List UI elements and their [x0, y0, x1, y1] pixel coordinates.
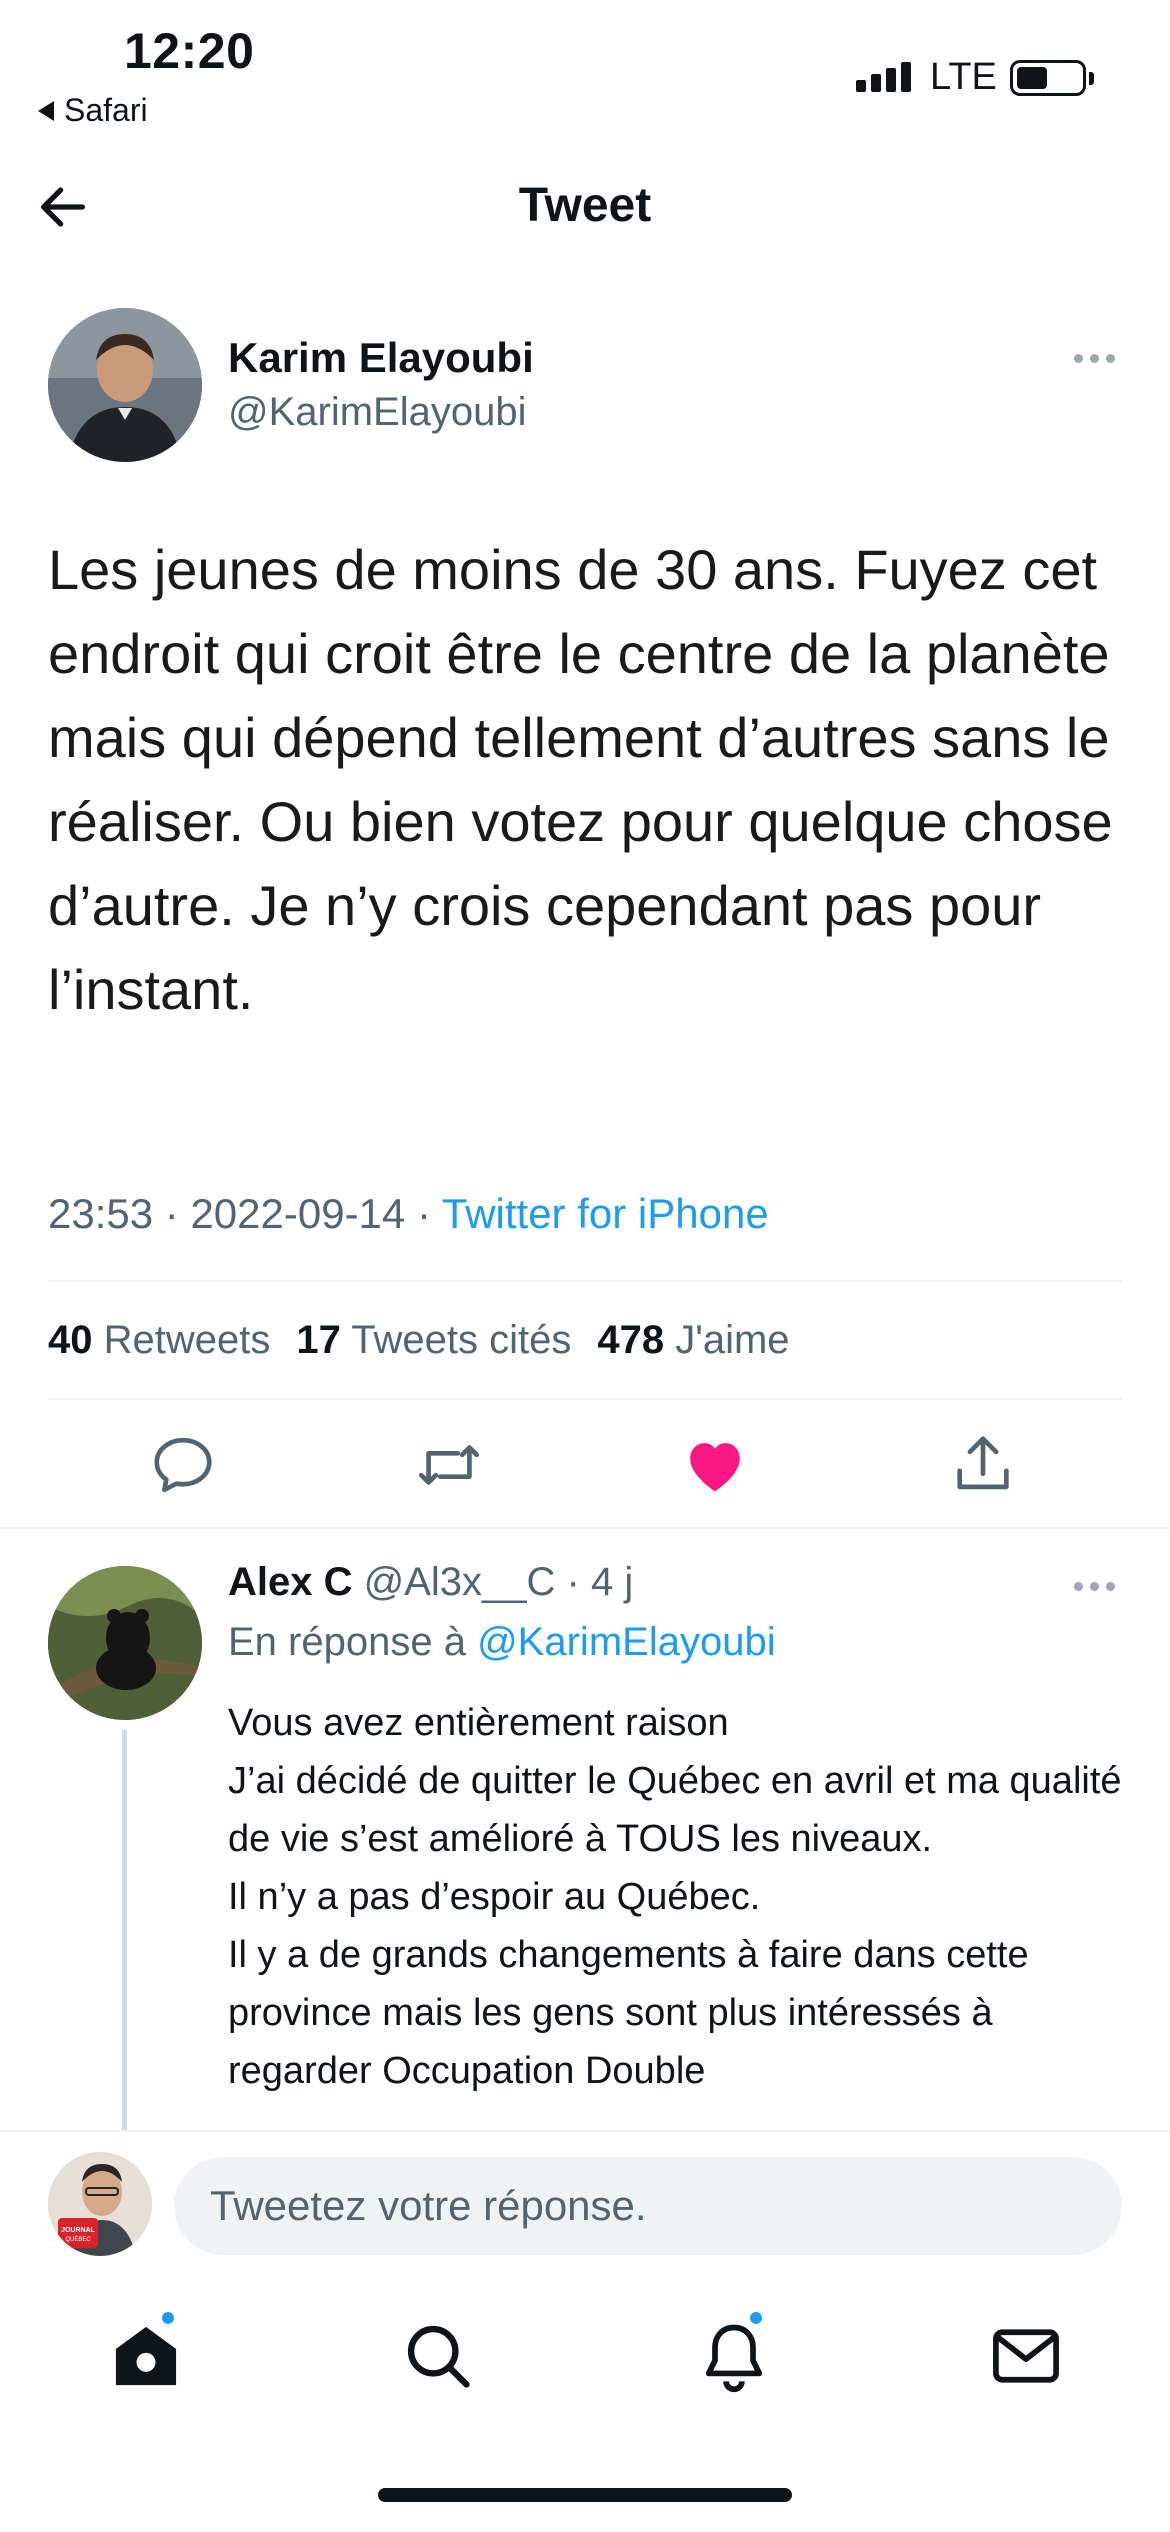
reply-author-name[interactable]: Alex C — [228, 1560, 353, 1604]
network-label: LTE — [930, 56, 997, 98]
page-title: Tweet — [518, 179, 652, 232]
retweet-icon[interactable] — [414, 1430, 484, 1500]
divider — [48, 1398, 1122, 1400]
divider — [48, 1280, 1122, 1282]
reply-age: 4 j — [591, 1560, 634, 1604]
retweets-stat[interactable]: 40 Retweets — [48, 1318, 270, 1363]
reply-text-line: Il n’y a pas d’espoir au Québec. — [228, 1876, 761, 1918]
quotes-stat[interactable]: 17 Tweets cités — [296, 1318, 571, 1363]
home-badge — [160, 2310, 176, 2326]
tweet-stats: 40 Retweets 17 Tweets cités 478 J'aime — [48, 1318, 790, 1363]
divider — [0, 1527, 1170, 1529]
author-avatar[interactable] — [48, 308, 202, 462]
status-time: 12:20 — [124, 23, 255, 79]
reply-text-line: Vous avez entièrement raison — [228, 1702, 729, 1744]
tweet-actions — [0, 1430, 1170, 1500]
back-triangle-icon — [38, 100, 54, 121]
own-avatar[interactable]: JOURNAL QUÉBEC — [48, 2152, 152, 2256]
svg-text:JOURNAL: JOURNAL — [61, 2227, 96, 2234]
battery-tip — [1089, 72, 1094, 85]
tweet-date: 2022-09-14 — [190, 1190, 406, 1237]
like-icon[interactable] — [680, 1430, 750, 1500]
reply-text-line: J’ai décidé de quitter le Québec en avri… — [228, 1760, 1122, 1860]
home-indicator[interactable] — [378, 2488, 792, 2502]
messages-icon[interactable] — [988, 2318, 1064, 2394]
back-to-app-button[interactable]: Safari — [38, 92, 148, 129]
battery-icon — [1010, 60, 1086, 96]
tweet-time: 23:53 — [48, 1190, 154, 1237]
signal-icon — [856, 62, 911, 92]
svg-text:QUÉBEC: QUÉBEC — [65, 2236, 91, 2243]
reply-author-handle[interactable]: @Al3x__C — [364, 1560, 556, 1604]
replying-to: En réponse à @KarimElayoubi — [228, 1620, 776, 1665]
thread-line — [122, 1730, 127, 2130]
search-icon[interactable] — [400, 2318, 476, 2394]
author-handle[interactable]: @KarimElayoubi — [228, 390, 527, 435]
reply-icon[interactable] — [148, 1430, 218, 1500]
replying-to-handle[interactable]: @KarimElayoubi — [477, 1620, 776, 1664]
author-name[interactable]: Karim Elayoubi — [228, 334, 534, 382]
more-options-icon[interactable] — [1074, 354, 1115, 363]
tweet-text: Les jeunes de moins de 30 ans. Fuyez cet… — [48, 538, 1113, 1021]
replying-to-label: En réponse à — [228, 1620, 466, 1664]
reply-text-line: Il y a de grands changements à faire dan… — [228, 1934, 1029, 2092]
notifications-icon[interactable] — [696, 2318, 772, 2394]
reply-header: Alex C @Al3x__C · 4 j — [228, 1560, 634, 1604]
share-icon[interactable] — [948, 1430, 1018, 1500]
notifications-badge — [748, 2310, 764, 2326]
reply-more-options-icon[interactable] — [1074, 1582, 1115, 1591]
back-app-label: Safari — [64, 92, 148, 128]
home-icon[interactable] — [108, 2318, 184, 2394]
tweet-source-link[interactable]: Twitter for iPhone — [442, 1190, 769, 1237]
reply-text: Vous avez entièrement raison J’ai décidé … — [228, 1694, 1128, 2124]
tweet-meta: 23:53 · 2022-09-14 · Twitter for iPhone — [48, 1190, 769, 1237]
reply-avatar[interactable] — [48, 1566, 202, 1720]
likes-stat[interactable]: 478 J'aime — [597, 1318, 789, 1363]
reply-input[interactable] — [174, 2157, 1122, 2255]
